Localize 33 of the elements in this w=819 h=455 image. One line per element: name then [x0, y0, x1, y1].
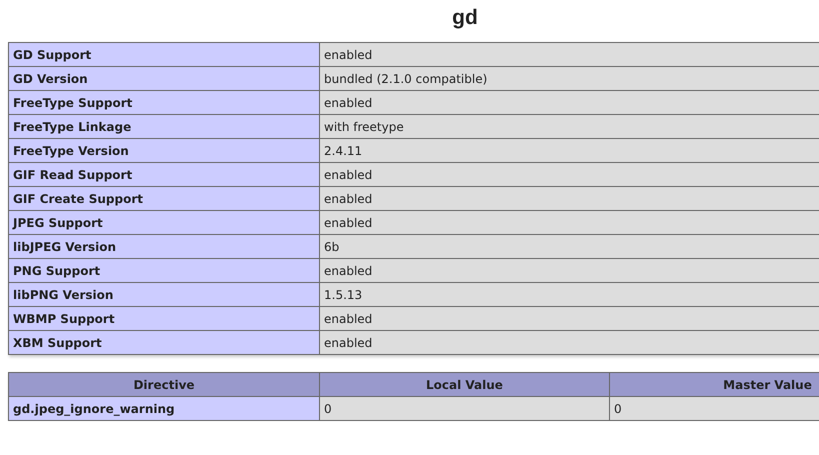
column-header: Master Value: [610, 372, 819, 396]
table-cell: JPEG Support: [8, 210, 320, 234]
table-cell: enabled: [320, 42, 819, 66]
table-cell: XBM Support: [8, 330, 320, 354]
table-cell: enabled: [320, 258, 819, 282]
table-cell: GIF Create Support: [8, 186, 320, 210]
table-cell: FreeType Version: [8, 138, 320, 162]
table-cell: 0: [610, 396, 819, 420]
table-cell: with freetype: [320, 114, 819, 138]
table-cell: enabled: [320, 186, 819, 210]
table-cell: libPNG Version: [8, 282, 320, 306]
table-cell: FreeType Linkage: [8, 114, 320, 138]
table-cell: enabled: [320, 90, 819, 114]
table-cell: libJPEG Version: [8, 234, 320, 258]
table-cell: FreeType Support: [8, 90, 320, 114]
table-cell: GD Support: [8, 42, 320, 66]
table-cell: bundled (2.1.0 compatible): [320, 66, 819, 90]
table-cell: GIF Read Support: [8, 162, 320, 186]
table-cell: enabled: [320, 306, 819, 330]
table-cell: enabled: [320, 162, 819, 186]
table-cell: enabled: [320, 210, 819, 234]
table-cell: 1.5.13: [320, 282, 819, 306]
column-header: Directive: [8, 372, 320, 396]
table-cell: enabled: [320, 330, 819, 354]
table-cell: 6b: [320, 234, 819, 258]
table-cell: gd.jpeg_ignore_warning: [8, 396, 320, 420]
table-cell: WBMP Support: [8, 306, 320, 330]
table-cell: 2.4.11: [320, 138, 819, 162]
column-header: Local Value: [320, 372, 610, 396]
table-cell: PNG Support: [8, 258, 320, 282]
table-cell: GD Version: [8, 66, 320, 90]
table-cell: 0: [320, 396, 610, 420]
section-title: gd: [451, 5, 479, 31]
